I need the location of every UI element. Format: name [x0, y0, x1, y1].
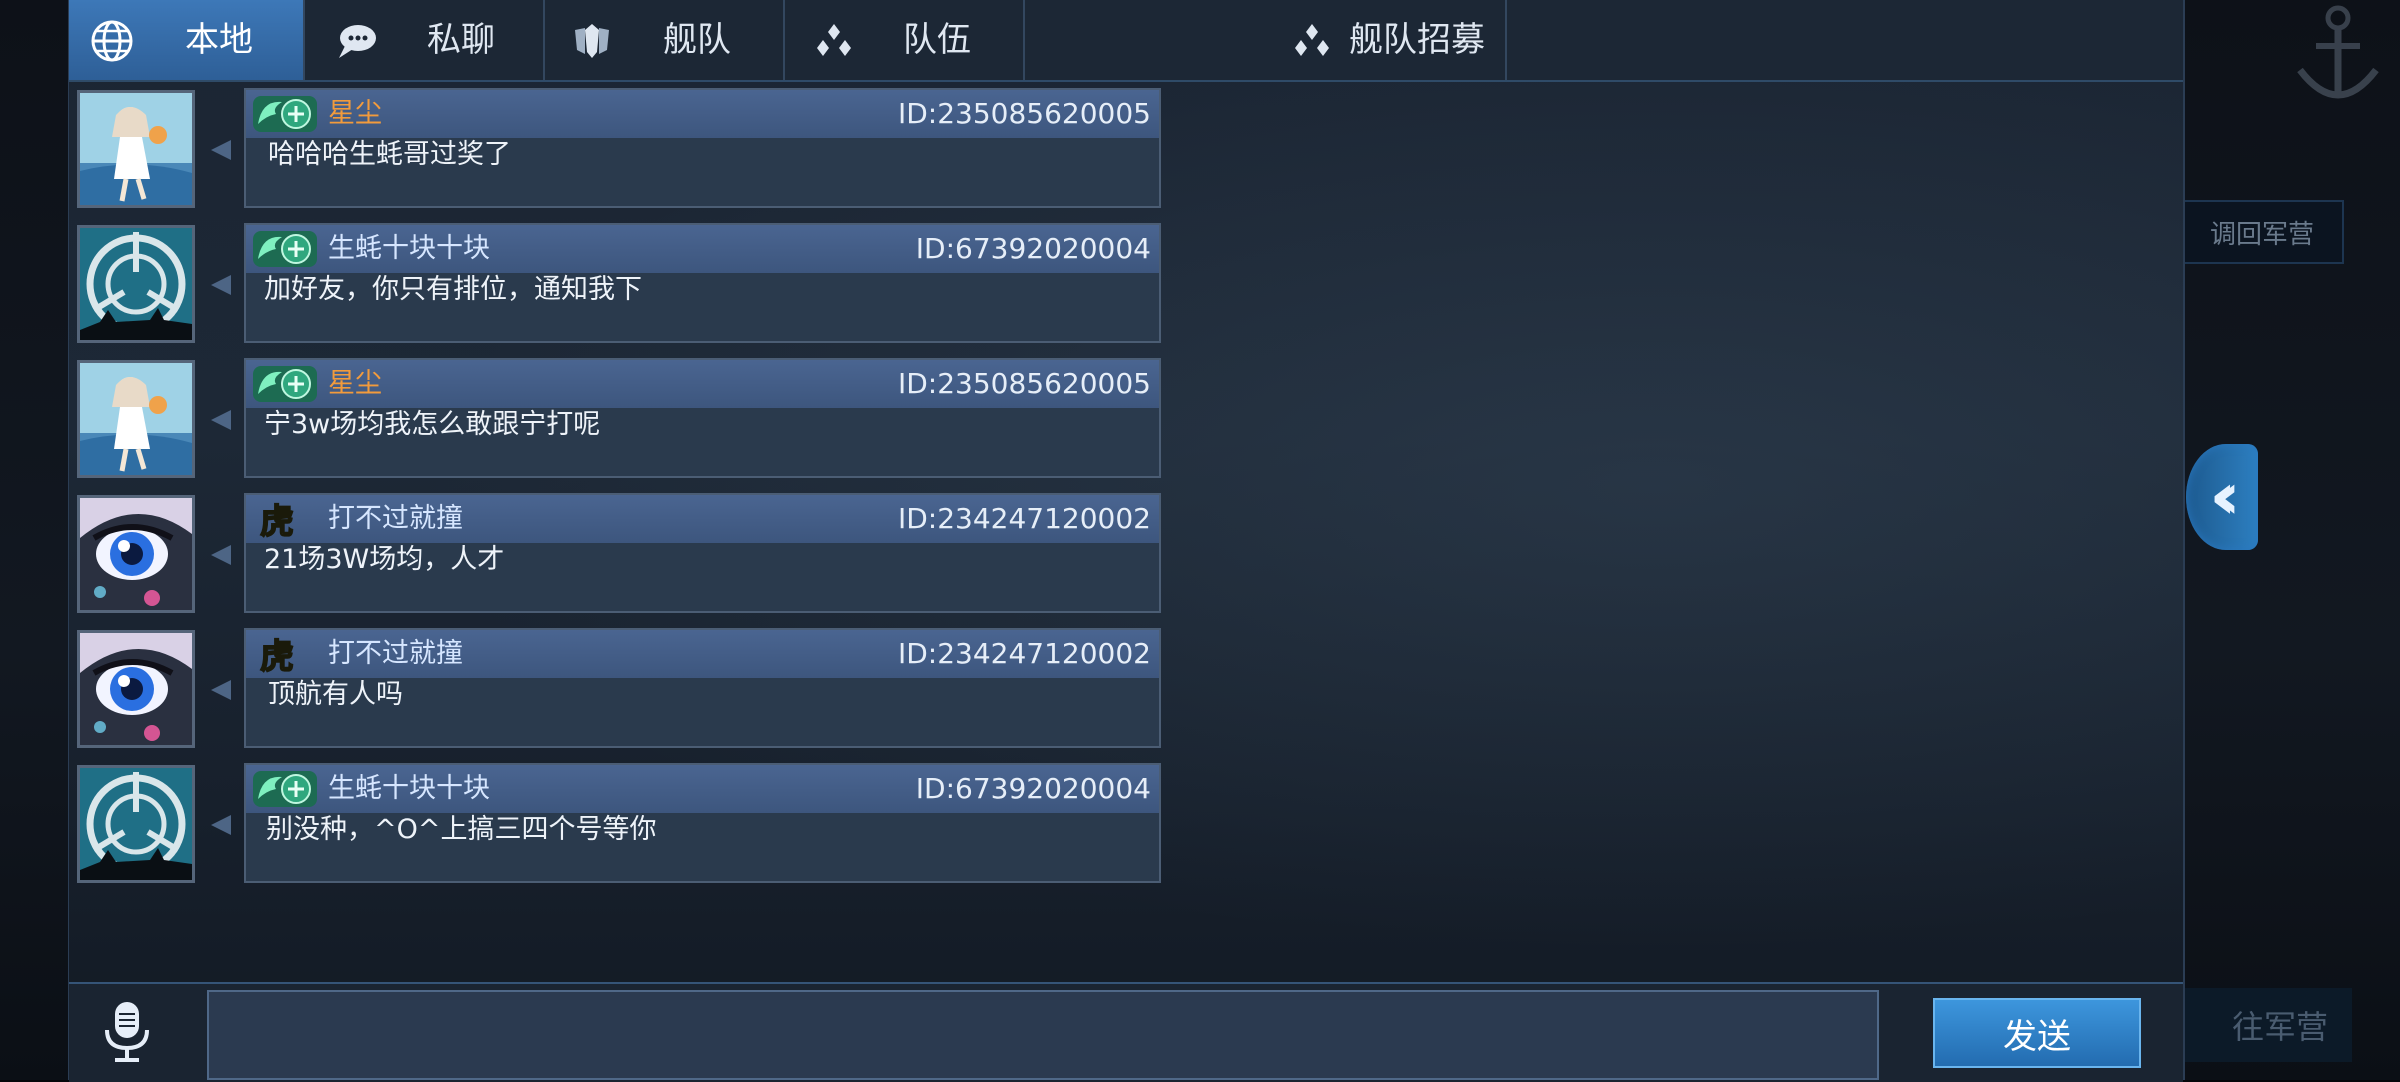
microphone-icon[interactable] [101, 1000, 153, 1064]
recall-to-camp-button[interactable]: 调回军营 [2180, 200, 2344, 264]
tiger-badge-icon: 虎 [259, 636, 295, 674]
chat-message-input[interactable] [207, 990, 1879, 1080]
dragon-badge-icon [253, 366, 317, 402]
expand-panel-button[interactable]: ‹‹ [2186, 444, 2258, 550]
avatar[interactable] [77, 765, 195, 883]
bubble-pointer [211, 410, 231, 430]
username[interactable]: 生蚝十块十块 [328, 769, 490, 809]
user-id: ID:67392020004 [915, 772, 1151, 805]
message-header: 星尘 ID:235085620005 [246, 360, 1159, 408]
tab-label: 本地 [185, 20, 253, 60]
bubble-pointer [211, 680, 231, 700]
globe-icon [91, 20, 133, 62]
message-text: 加好友，你只有排位，通知我下 [264, 274, 642, 305]
bubble-pointer [211, 815, 231, 835]
crosshair-ship-avatar [80, 768, 192, 880]
anime-eye-avatar [80, 498, 192, 610]
fleet-shield-icon [575, 24, 609, 58]
message-text: 哈哈哈生蚝哥过奖了 [268, 139, 511, 170]
message-header: 虎 打不过就撞 ID:234247120002 [246, 630, 1159, 678]
tiger-badge-icon: 虎 [259, 501, 295, 539]
user-id: ID:67392020004 [915, 232, 1151, 265]
chat-bubble-icon [339, 25, 376, 58]
message-header: 虎 打不过就撞 ID:234247120002 [246, 495, 1159, 543]
user-id: ID:234247120002 [897, 637, 1151, 670]
message-text: 顶航有人吗 [268, 679, 403, 710]
message-header: 星尘 ID:235085620005 [246, 90, 1159, 138]
channel-tabs: 本地 私聊 舰队 队伍 舰队招募 [69, 0, 2183, 82]
double-chevron-left-icon: ‹‹ [2209, 460, 2240, 534]
avatar[interactable] [77, 90, 195, 208]
username[interactable]: 打不过就撞 [328, 499, 463, 539]
chat-input-bar: 发送 [69, 982, 2183, 1082]
dragon-badge-icon [253, 231, 317, 267]
list-item: 生蚝十块十块 ID:67392020004 别没种，^O^上搞三四个号等你 [69, 763, 1169, 885]
message-bubble[interactable]: 生蚝十块十块 ID:67392020004 加好友，你只有排位，通知我下 [244, 223, 1161, 343]
username[interactable]: 生蚝十块十块 [328, 229, 490, 269]
anime-girl-beach-avatar [80, 93, 192, 205]
user-id: ID:235085620005 [897, 97, 1151, 130]
tab-private[interactable]: 私聊 [305, 0, 545, 80]
tab-fleet-recruit[interactable]: 舰队招募 [1025, 0, 1507, 80]
message-text: 宁3w场均我怎么敢跟宁打呢 [264, 409, 601, 440]
message-text: 别没种，^O^上搞三四个号等你 [266, 814, 657, 845]
tab-team[interactable]: 队伍 [785, 0, 1025, 80]
message-bubble[interactable]: 星尘 ID:235085620005 宁3w场均我怎么敢跟宁打呢 [244, 358, 1161, 478]
tab-label: 舰队 [663, 20, 731, 60]
username[interactable]: 星尘 [328, 94, 382, 134]
list-item: 星尘 ID:235085620005 哈哈哈生蚝哥过奖了 [69, 88, 1169, 210]
anime-eye-avatar [80, 633, 192, 745]
team-dots-icon [1295, 24, 1329, 56]
dragon-badge-icon [253, 96, 317, 132]
bubble-pointer [211, 545, 231, 565]
svg-text:虎: 虎 [260, 502, 294, 539]
anime-girl-beach-avatar [80, 363, 192, 475]
message-bubble[interactable]: 生蚝十块十块 ID:67392020004 别没种，^O^上搞三四个号等你 [244, 763, 1161, 883]
message-bubble[interactable]: 虎 打不过就撞 ID:234247120002 顶航有人吗 [244, 628, 1161, 748]
user-id: ID:234247120002 [897, 502, 1151, 535]
list-item: 星尘 ID:235085620005 宁3w场均我怎么敢跟宁打呢 [69, 358, 1169, 480]
anchor-icon [2297, 5, 2379, 99]
message-text: 21场3W场均，人才 [264, 544, 505, 575]
username[interactable]: 打不过就撞 [328, 634, 463, 674]
message-bubble[interactable]: 虎 打不过就撞 ID:234247120002 21场3W场均，人才 [244, 493, 1161, 613]
crosshair-ship-avatar [80, 228, 192, 340]
tab-label: 队伍 [903, 20, 971, 60]
username[interactable]: 星尘 [328, 364, 382, 404]
tab-fleet[interactable]: 舰队 [545, 0, 785, 80]
dragon-badge-icon [253, 771, 317, 807]
list-item: 虎 打不过就撞 ID:234247120002 21场3W场均，人才 [69, 493, 1169, 615]
avatar[interactable] [77, 225, 195, 343]
team-dots-icon [817, 24, 851, 56]
avatar[interactable] [77, 360, 195, 478]
svg-text:虎: 虎 [260, 637, 294, 674]
go-to-camp-button[interactable]: 往军营 [2170, 988, 2352, 1062]
message-header: 生蚝十块十块 ID:67392020004 [246, 765, 1159, 813]
tab-local[interactable]: 本地 [69, 0, 305, 80]
list-item: 生蚝十块十块 ID:67392020004 加好友，你只有排位，通知我下 [69, 223, 1169, 345]
send-button[interactable]: 发送 [1933, 998, 2141, 1068]
bubble-pointer [211, 275, 231, 295]
tab-label: 私聊 [427, 20, 495, 60]
message-bubble[interactable]: 星尘 ID:235085620005 哈哈哈生蚝哥过奖了 [244, 88, 1161, 208]
user-id: ID:235085620005 [897, 367, 1151, 400]
message-header: 生蚝十块十块 ID:67392020004 [246, 225, 1159, 273]
chat-panel: 本地 私聊 舰队 队伍 舰队招募 星尘 ID:235085620005 哈哈哈生… [68, 0, 2185, 1082]
tab-label: 舰队招募 [1349, 20, 1485, 60]
avatar[interactable] [77, 495, 195, 613]
avatar[interactable] [77, 630, 195, 748]
bubble-pointer [211, 140, 231, 160]
list-item: 虎 打不过就撞 ID:234247120002 顶航有人吗 [69, 628, 1169, 750]
